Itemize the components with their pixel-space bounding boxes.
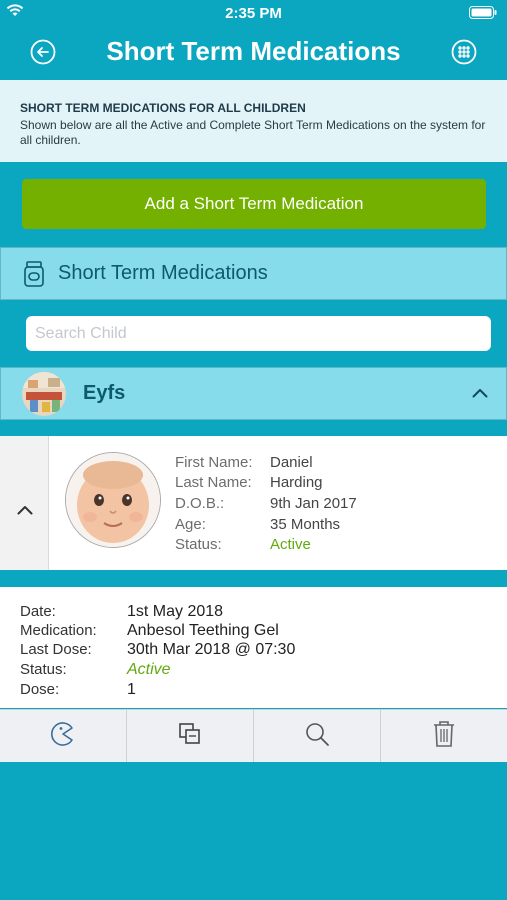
page-title: Short Term Medications (106, 36, 401, 66)
record-status-value: Active (127, 661, 171, 678)
status-value: Active (270, 536, 311, 553)
view-button[interactable] (254, 710, 381, 762)
dose-label: Dose: (20, 681, 60, 698)
section-label: Short Term Medications (58, 262, 268, 284)
info-description: Shown below are all the Active and Compl… (20, 118, 486, 147)
first-name-value: Daniel (270, 454, 313, 471)
age-label: Age: (175, 516, 206, 533)
child-avatar (65, 452, 161, 548)
add-medication-button[interactable]: Add a Short Term Medication (22, 179, 486, 229)
last-dose-label: Last Dose: (20, 641, 92, 658)
date-value: 1st May 2018 (127, 603, 224, 620)
last-dose-value: 30th Mar 2018 @ 07:30 (127, 641, 296, 658)
status-bar: 2:35 PM (0, 0, 507, 28)
last-name-label: Last Name: (175, 474, 252, 491)
dob-label: D.O.B.: (175, 495, 225, 512)
status-label: Status: (175, 536, 222, 553)
group-name: Eyfs (83, 382, 126, 404)
search-icon (304, 721, 330, 752)
info-banner: SHORT TERM MEDICATIONS FOR ALL CHILDREN … (0, 80, 507, 162)
date-label: Date: (20, 603, 56, 620)
pacman-icon (50, 721, 76, 752)
medication-value: Anbesol Teething Gel (127, 622, 279, 639)
child-card: First Name: Daniel Last Name: Harding D.… (0, 436, 507, 570)
age-value: 35 Months (270, 516, 341, 533)
trash-icon (432, 720, 456, 753)
copy-icon (177, 721, 203, 752)
chevron-up-icon[interactable] (17, 502, 33, 520)
group-row-eyfs[interactable]: Eyfs (0, 367, 507, 420)
administer-button[interactable] (0, 710, 127, 762)
info-heading: SHORT TERM MEDICATIONS FOR ALL CHILDREN (20, 101, 306, 115)
copy-button[interactable] (127, 710, 254, 762)
battery-icon (469, 6, 497, 23)
last-name-value: Harding (270, 474, 323, 491)
status-time: 2:35 PM (225, 5, 282, 22)
dob-value: 9th Jan 2017 (270, 495, 357, 512)
child-collapse-panel[interactable] (0, 436, 49, 570)
record-status-label: Status: (20, 661, 67, 678)
delete-button[interactable] (381, 710, 507, 762)
chevron-up-icon[interactable] (472, 385, 488, 403)
first-name-label: First Name: (175, 454, 253, 471)
medication-label: Medication: (20, 622, 97, 639)
search-child-input[interactable] (26, 316, 491, 351)
dose-value: 1 (127, 681, 136, 698)
grid-menu-icon[interactable] (451, 39, 477, 70)
group-avatar (22, 372, 66, 416)
nav-header: Short Term Medications (0, 28, 507, 80)
medicine-bottle-icon (23, 261, 45, 292)
action-toolbar (0, 709, 507, 762)
medication-record: Date: 1st May 2018 Medication: Anbesol T… (0, 587, 507, 708)
section-header: Short Term Medications (0, 247, 507, 300)
